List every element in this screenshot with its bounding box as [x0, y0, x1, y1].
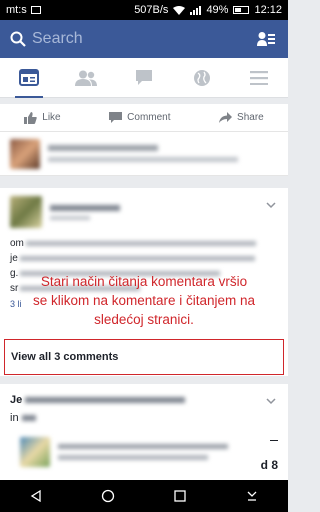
share-icon	[219, 111, 233, 123]
post-text-line: je	[10, 253, 18, 264]
contacts-icon	[257, 32, 275, 46]
back-icon	[30, 490, 41, 502]
tab-messages[interactable]	[124, 58, 164, 98]
back-button[interactable]	[18, 480, 54, 512]
like-button[interactable]: Like	[24, 111, 61, 124]
annotation-line: se klikom na komentare i čitanjem na	[32, 293, 256, 308]
tab-news-feed[interactable]	[9, 58, 49, 98]
menu-icon	[250, 70, 269, 85]
signal-icon	[190, 5, 202, 15]
share-label: Share	[237, 112, 264, 123]
avatar	[10, 138, 40, 169]
avatar	[10, 196, 42, 228]
comment-preview	[0, 132, 288, 176]
image-notification-icon	[30, 6, 41, 14]
shared-content[interactable]	[20, 432, 278, 472]
network-speed: 507B/s	[134, 4, 169, 16]
pull-down-icon	[247, 491, 257, 501]
post-text-line: om	[10, 238, 24, 249]
annotation-line: sledećoj stranici.	[94, 312, 194, 327]
blurred-shared-text	[58, 444, 228, 460]
view-all-comments-button[interactable]: View all 3 comments	[4, 339, 284, 375]
news-feed-icon	[18, 69, 39, 86]
home-icon	[101, 489, 115, 503]
search-icon	[10, 31, 26, 47]
like-label: Like	[42, 112, 61, 123]
chevron-down-icon[interactable]	[266, 396, 276, 406]
battery-percent: 49%	[206, 4, 229, 16]
avatar	[20, 437, 50, 467]
app-header	[0, 20, 288, 58]
share-button[interactable]: Share	[219, 111, 264, 124]
annotation-text: Stari način čitanja komentara vršio se k…	[0, 272, 288, 329]
recents-icon	[174, 490, 186, 502]
globe-icon	[193, 69, 210, 86]
thumbs-up-icon	[24, 111, 37, 124]
trailing-text: d 8	[260, 458, 278, 472]
in-label: in	[10, 412, 19, 424]
author-prefix: Je	[10, 394, 23, 406]
recents-button[interactable]	[162, 480, 198, 512]
comment-label: Comment	[127, 112, 171, 123]
wifi-icon	[173, 5, 186, 15]
carrier-text: mt:s	[6, 4, 27, 16]
view-all-comments-label: View all 3 comments	[11, 351, 119, 363]
post-actions-bar: Like Comment Share	[0, 104, 288, 132]
blurred-comment-text	[48, 145, 278, 162]
tab-notifications[interactable]	[182, 58, 222, 98]
clock: 12:12	[254, 4, 282, 16]
annotation-line: Stari način čitanja komentara vršio	[40, 274, 248, 289]
system-navigation-bar	[0, 480, 288, 512]
battery-icon	[233, 6, 250, 14]
status-bar: mt:s 507B/s 49% 12:12	[0, 0, 288, 20]
post-author[interactable]: Je	[10, 394, 186, 406]
notifications-pull-button[interactable]	[234, 480, 270, 512]
post-location: in	[10, 412, 36, 424]
post-card-2: Je in – d 8	[0, 384, 288, 480]
home-button[interactable]	[90, 480, 126, 512]
tab-friends[interactable]	[66, 58, 106, 98]
tab-bar	[0, 58, 288, 98]
tab-menu[interactable]	[239, 58, 279, 98]
search-input[interactable]	[32, 30, 212, 48]
chevron-down-icon[interactable]	[266, 200, 276, 210]
comment-icon	[109, 111, 123, 123]
separator-dash	[270, 440, 278, 441]
blurred-author	[50, 204, 120, 220]
search-bar[interactable]	[10, 30, 254, 48]
friends-icon	[75, 70, 98, 86]
comment-button[interactable]: Comment	[109, 111, 171, 124]
contacts-button[interactable]	[254, 27, 278, 51]
messages-icon	[135, 70, 152, 85]
